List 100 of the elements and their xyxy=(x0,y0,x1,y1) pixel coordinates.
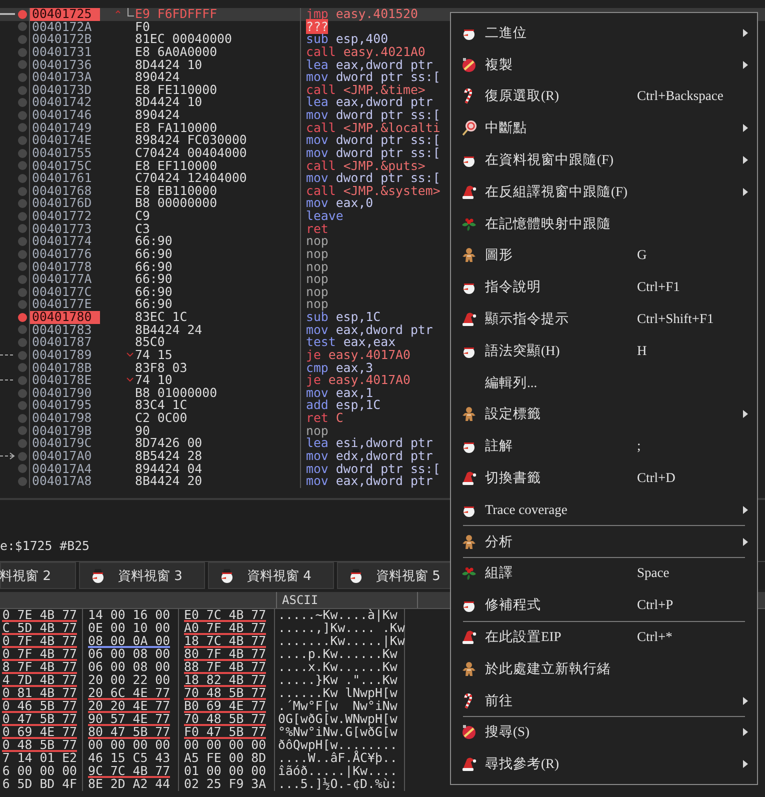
santa-hat-icon xyxy=(461,470,477,486)
breakpoint-dot[interactable] xyxy=(18,262,26,272)
breakpoint-dot[interactable] xyxy=(18,414,26,423)
breakpoint-dot[interactable] xyxy=(18,274,26,284)
address-cell-text: 0040173A xyxy=(31,71,93,84)
breakpoint-dot[interactable] xyxy=(18,388,26,398)
instruction-text: lea esi,dword ptr xyxy=(306,435,433,450)
breakpoint-dot[interactable] xyxy=(18,98,26,108)
santa-hat-icon xyxy=(461,756,477,772)
address-cell-text: 0040177A xyxy=(31,273,93,286)
breakpoint-dot[interactable] xyxy=(18,350,26,360)
menu-item-label: 在記憶體映射中跟隨 xyxy=(485,214,612,233)
breakpoint-dot[interactable] xyxy=(18,464,26,474)
menu-item[interactable]: Trace coverage xyxy=(451,494,757,526)
breakpoint-dot[interactable] xyxy=(18,148,26,158)
address-cell-text: 00401790 xyxy=(31,386,93,400)
menu-item[interactable]: 前往 xyxy=(451,684,757,717)
breakpoint-dot[interactable] xyxy=(18,439,26,448)
menu-item-label: 複製 xyxy=(485,56,514,74)
gingerbread-icon xyxy=(461,534,477,550)
hex-cell: 80 7F 4B 77 xyxy=(184,648,266,661)
menu-item-label: 切換書籤 xyxy=(485,469,542,488)
instruction-text: mov eax,0 xyxy=(306,195,374,210)
shortcut-text: Ctrl+F1 xyxy=(637,279,680,294)
instruction-text: call <JMP.&puts> xyxy=(306,158,426,172)
status-text: e:$1725 #B25 xyxy=(0,538,90,554)
breakpoint-dot[interactable] xyxy=(18,312,26,322)
bytes-cell: C9 xyxy=(135,210,150,223)
breakpoint-dot[interactable] xyxy=(18,35,26,44)
bytes-cell: 8B4424 24 xyxy=(135,324,202,336)
breakpoint-dot[interactable] xyxy=(18,48,26,57)
breakpoint-dot[interactable] xyxy=(18,224,26,234)
breakpoint-dot[interactable] xyxy=(18,363,26,372)
breakpoint-dot[interactable] xyxy=(18,476,26,486)
breakpoint-dot[interactable] xyxy=(18,250,26,259)
instruction-text: nop xyxy=(306,258,328,274)
bytes-cell: 83F8 03 xyxy=(135,362,188,374)
breakpoint-dot[interactable] xyxy=(18,10,26,19)
hex-cell: C 5D 4B 77 xyxy=(2,622,77,635)
address-cell-text: 004017A0 xyxy=(31,450,93,462)
dump-tab[interactable]: 資料視窗 3 xyxy=(79,562,205,589)
shortcut-text: ; xyxy=(637,438,641,454)
address-cell-text: 00401768 xyxy=(31,184,93,198)
instruction-text: sub esp,400 xyxy=(306,31,388,46)
bytes-cell: 85C0 xyxy=(135,336,165,349)
breakpoint-dot[interactable] xyxy=(18,325,26,334)
menu-item[interactable]: 搜尋(S) xyxy=(451,716,757,748)
breakpoint-dot[interactable] xyxy=(18,174,26,183)
bytes-cell: C70424 12404000 xyxy=(135,172,247,185)
hex-cell: 00 00 00 00 xyxy=(184,739,266,752)
breakpoint-dot[interactable] xyxy=(18,338,26,348)
address-cell-text: 0040178B xyxy=(31,362,93,374)
breakpoint-dot[interactable] xyxy=(18,376,26,385)
menu-item[interactable]: 切換書籤 Ctrl+D xyxy=(451,462,757,494)
dump-tab[interactable]: 資料視窗 4 xyxy=(208,562,334,589)
bytes-cell: E8 6A0A0000 xyxy=(135,46,218,58)
hex-cell: 4 7D 4B 77 xyxy=(2,674,77,687)
breakpoint-dot[interactable] xyxy=(18,110,26,120)
breakpoint-dot[interactable] xyxy=(18,136,26,146)
menu-item[interactable]: 指令說明 Ctrl+F1 xyxy=(451,271,757,304)
menu-item[interactable]: 修補程式 Ctrl+P xyxy=(451,589,757,622)
menu-item[interactable]: 分析 xyxy=(451,526,757,558)
breakpoint-dot[interactable] xyxy=(18,199,26,208)
breakpoint-dot[interactable] xyxy=(18,86,26,95)
menu-item[interactable]: 在此設置EIP Ctrl+* xyxy=(451,621,757,653)
breakpoint-dot[interactable] xyxy=(18,212,26,221)
bytes-cell: 66:90 xyxy=(135,260,172,274)
address-cell-text: 0040173D xyxy=(31,84,93,96)
instruction-text: ret C xyxy=(306,410,344,425)
breakpoint-dot[interactable] xyxy=(18,288,26,297)
shortcut-text: Ctrl+Shift+F1 xyxy=(637,311,714,326)
menu-item-label: 前往 xyxy=(485,692,514,710)
breakpoint-dot[interactable] xyxy=(18,237,26,246)
breakpoint-dot[interactable] xyxy=(18,22,26,32)
menu-item[interactable]: 於此處建立新執行緒 xyxy=(451,652,757,685)
breakpoint-dot[interactable] xyxy=(18,72,26,82)
menu-item-label: 語法突顯(H) xyxy=(485,342,561,360)
gingerbread-icon xyxy=(461,660,477,677)
breakpoint-dot[interactable] xyxy=(18,60,26,70)
hex-cell: 0 7F 4B 77 xyxy=(2,648,77,661)
dump-tab[interactable]: 料視窗 2 xyxy=(0,562,76,589)
menu-item[interactable]: 顯示指令提示 Ctrl+Shift+F1 xyxy=(451,303,757,335)
breakpoint-dot[interactable] xyxy=(18,452,26,461)
ascii-cell: 0G[wðG[w.WNwpH[w xyxy=(278,711,398,726)
bytes-cell: E8 FA110000 xyxy=(135,122,218,134)
breakpoint-dot[interactable] xyxy=(18,186,26,196)
bytes-cell: E9 F6FDFFFF xyxy=(135,8,218,21)
menu-item[interactable]: 尋找參考(R) xyxy=(451,748,757,780)
breakpoint-dot[interactable] xyxy=(18,123,26,132)
breakpoint-dot[interactable] xyxy=(18,426,26,436)
hex-cell: 8 7F 4B 77 xyxy=(2,661,77,674)
breakpoint-dot[interactable] xyxy=(18,401,26,410)
bytes-cell: F0 xyxy=(135,20,150,34)
hex-cell: A0 7F 4B 77 xyxy=(184,622,266,635)
breakpoint-dot[interactable] xyxy=(18,300,26,310)
hex-cell: 70 48 5B 77 xyxy=(184,713,266,726)
breakpoint-dot[interactable] xyxy=(18,161,26,170)
address-cell-text: 00401789 xyxy=(31,348,93,362)
shortcut-text: Ctrl+Backspace xyxy=(637,88,724,104)
address-cell-text: 0040175C xyxy=(31,160,93,172)
